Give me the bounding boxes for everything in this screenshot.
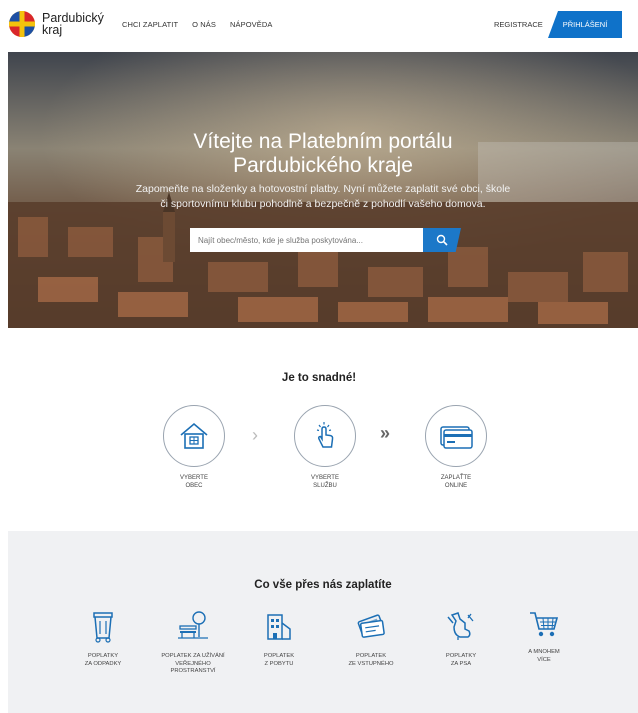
logo-line2: kraj (42, 23, 63, 37)
hero-banner: Vítejte na Platebním portálu Pardubickéh… (8, 52, 638, 328)
step2-line1: VYBERTE (311, 475, 339, 481)
hero-subtitle-line2: či sportovnímu klubu pohodlně a bezpečně… (160, 198, 486, 210)
region-logo-icon (9, 11, 35, 37)
steps-title: Je to snadné! (281, 372, 357, 384)
header: Pardubický kraj CHCI ZAPLATIT O NÁS NÁPO… (0, 0, 638, 50)
pay-item-dog[interactable]: POPLATKY ZA PSA (416, 609, 506, 668)
step-label-service: VYBERTE SLUŽBU (285, 474, 365, 490)
chevron-right-icon: › (252, 425, 258, 445)
step3-line2: ONLINE (444, 483, 468, 489)
main-nav: CHCI ZAPLATIT O NÁS NÁPOVĚDA (122, 20, 273, 29)
pay-label-public-space: POPLATEK ZA UŽÍVÁNÍ VEŘEJNÉHO PROSTRANST… (148, 653, 238, 676)
pay-item-more[interactable]: A MNOHEM VÍCE (499, 609, 589, 664)
pay-label-dog: POPLATKY ZA PSA (416, 653, 506, 668)
payments-title: Co vše přes nás zaplatíte (254, 579, 392, 591)
step1-line2: OBEC (185, 483, 203, 489)
search-button[interactable] (423, 228, 461, 252)
login-button[interactable]: PŘIHLÁŠENÍ (548, 11, 622, 38)
pay-label-admission-text: POPLATEK ZE VSTUPNÉHO (348, 653, 394, 667)
hero-subtitle-line1: Zapomeňte na složenky a hotovostní platb… (135, 183, 511, 195)
hero-title-line2: Pardubického kraje (233, 154, 413, 177)
pay-item-admission[interactable]: POPLATEK ZE VSTUPNÉHO (326, 609, 416, 668)
logo[interactable]: Pardubický kraj (8, 10, 104, 38)
step-circle-pay (425, 405, 487, 467)
step1-line1: VYBERTE (180, 475, 208, 481)
dog-icon (447, 612, 474, 640)
step-circle-municipality (163, 405, 225, 467)
step3-line1: ZAPLAŤTE (440, 475, 472, 481)
register-link[interactable]: REGISTRACE (494, 20, 543, 29)
hero-title: Vítejte na Platebním portálu Pardubickéh… (8, 130, 638, 178)
hero-title-line1: Vítejte na Platebním portálu (193, 130, 453, 153)
search-input[interactable] (190, 228, 426, 252)
pay-label-stay-text: POPLATEK Z POBYTU (263, 653, 295, 667)
nav-about[interactable]: O NÁS (192, 20, 216, 29)
pay-item-stay[interactable]: POPLATEK Z POBYTU (234, 609, 324, 668)
pay-label-more: A MNOHEM VÍCE (499, 649, 589, 664)
pay-label-waste: POPLATKY ZA ODPADKY (58, 653, 148, 668)
step-label-pay: ZAPLAŤTE ONLINE (416, 474, 496, 490)
hero-subtitle: Zapomeňte na složenky a hotovostní platb… (8, 182, 638, 212)
step-label-municipality: VYBERTE OBEC (154, 474, 234, 490)
house-icon (180, 422, 208, 449)
pay-item-waste[interactable]: POPLATKY ZA ODPADKY (58, 609, 148, 668)
double-chevron-right-icon: » (380, 423, 391, 443)
logo-text: Pardubický kraj (42, 12, 104, 37)
tickets-icon (357, 614, 385, 638)
pay-label-stay: POPLATEK Z POBYTU (234, 653, 324, 668)
touch-icon (316, 422, 334, 448)
trash-bin-icon (93, 612, 113, 643)
step-circle-service (294, 405, 356, 467)
shopping-cart-icon (530, 612, 559, 637)
pay-label-admission: POPLATEK ZE VSTUPNÉHO (326, 653, 416, 668)
search-icon (436, 234, 448, 246)
pay-label-dog-text: POPLATKY ZA PSA (445, 653, 477, 667)
park-bench-icon (178, 611, 208, 639)
nav-help[interactable]: NÁPOVĚDA (230, 20, 272, 29)
pay-label-waste-text: POPLATKY ZA ODPADKY (84, 653, 122, 667)
hotel-icon (267, 614, 291, 640)
pay-label-more-text: A MNOHEM VÍCE (528, 649, 560, 663)
card-icon (440, 426, 473, 449)
step2-line2: SLUŽBU (313, 483, 337, 489)
pay-label-public-space-text: POPLATEK ZA UŽÍVÁNÍ VEŘEJNÉHO PROSTRANST… (161, 653, 225, 674)
payments-section: Co vše přes nás zaplatíte POPLATKY ZA OD… (8, 531, 638, 713)
nav-pay[interactable]: CHCI ZAPLATIT (122, 20, 178, 29)
pay-item-public-space[interactable]: POPLATEK ZA UŽÍVÁNÍ VEŘEJNÉHO PROSTRANST… (148, 609, 238, 676)
